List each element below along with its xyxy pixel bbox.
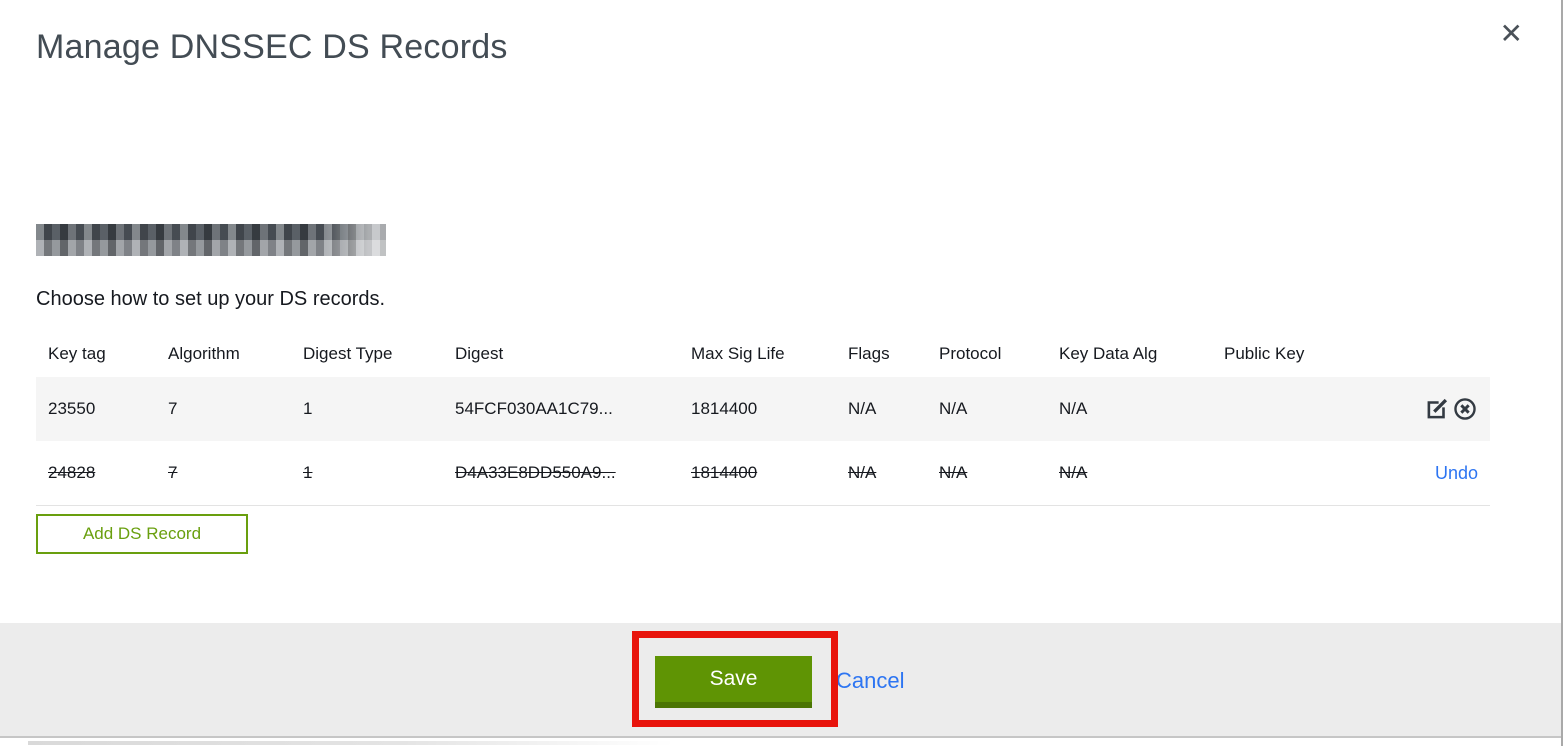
cell-flags: N/A bbox=[848, 463, 877, 482]
col-header-key-data-alg: Key Data Alg bbox=[1059, 344, 1158, 363]
instruction-text: Choose how to set up your DS records. bbox=[36, 288, 386, 310]
col-header-protocol: Protocol bbox=[939, 344, 1002, 363]
dnssec-ds-records-modal: Manage DNSSEC DS Records ✕ Choose how to… bbox=[0, 0, 1563, 746]
cell-algorithm: 7 bbox=[168, 399, 178, 418]
col-header-digest-type: Digest Type bbox=[303, 344, 393, 363]
cell-digest-type: 1 bbox=[303, 399, 313, 418]
col-header-digest: Digest bbox=[455, 344, 504, 363]
row-actions: Undo bbox=[1374, 463, 1490, 484]
undo-link[interactable]: Undo bbox=[1435, 463, 1478, 484]
cell-digest: 54FCF030AA1C79... bbox=[455, 399, 613, 418]
cell-key-tag: 23550 bbox=[48, 399, 96, 418]
cell-max-sig-life: 1814400 bbox=[691, 463, 758, 482]
cell-protocol: N/A bbox=[939, 463, 968, 482]
col-header-max-sig-life: Max Sig Life bbox=[691, 344, 785, 363]
redacted-domain-name bbox=[36, 224, 386, 256]
table-row: 23550 7 1 54FCF030AA1C79... 1814400 N/A … bbox=[36, 377, 1490, 441]
ds-records-table: Key tag Algorithm Digest Type Digest Max… bbox=[36, 331, 1490, 506]
col-header-flags: Flags bbox=[848, 344, 890, 363]
col-header-key-tag: Key tag bbox=[48, 344, 106, 363]
cell-protocol: N/A bbox=[939, 399, 968, 418]
table-row-deleted: 24828 7 1 D4A33E8DD550A9... 1814400 N/A … bbox=[36, 441, 1490, 505]
table-header-row: Key tag Algorithm Digest Type Digest Max… bbox=[36, 331, 1490, 377]
close-icon[interactable]: ✕ bbox=[1500, 20, 1523, 48]
page-title: Manage DNSSEC DS Records bbox=[36, 28, 508, 66]
cell-algorithm: 7 bbox=[168, 463, 178, 482]
cell-key-tag: 24828 bbox=[48, 463, 96, 482]
col-header-algorithm: Algorithm bbox=[168, 344, 240, 363]
cell-key-data-alg: N/A bbox=[1059, 399, 1088, 418]
cell-max-sig-life: 1814400 bbox=[691, 399, 758, 418]
cell-flags: N/A bbox=[848, 399, 877, 418]
page-bottom-artifact bbox=[28, 741, 708, 745]
col-header-public-key: Public Key bbox=[1224, 344, 1305, 363]
add-ds-record-button[interactable]: Add DS Record bbox=[36, 514, 248, 554]
cell-digest-type: 1 bbox=[303, 463, 313, 482]
modal-footer: Save Cancel bbox=[0, 623, 1561, 738]
edit-record-icon[interactable] bbox=[1424, 396, 1450, 422]
save-button[interactable]: Save bbox=[655, 656, 812, 708]
cell-key-data-alg: N/A bbox=[1059, 463, 1088, 482]
delete-record-icon[interactable] bbox=[1452, 396, 1478, 422]
cancel-link[interactable]: Cancel bbox=[836, 668, 904, 694]
row-actions bbox=[1374, 396, 1490, 422]
cell-digest: D4A33E8DD550A9... bbox=[455, 463, 616, 482]
